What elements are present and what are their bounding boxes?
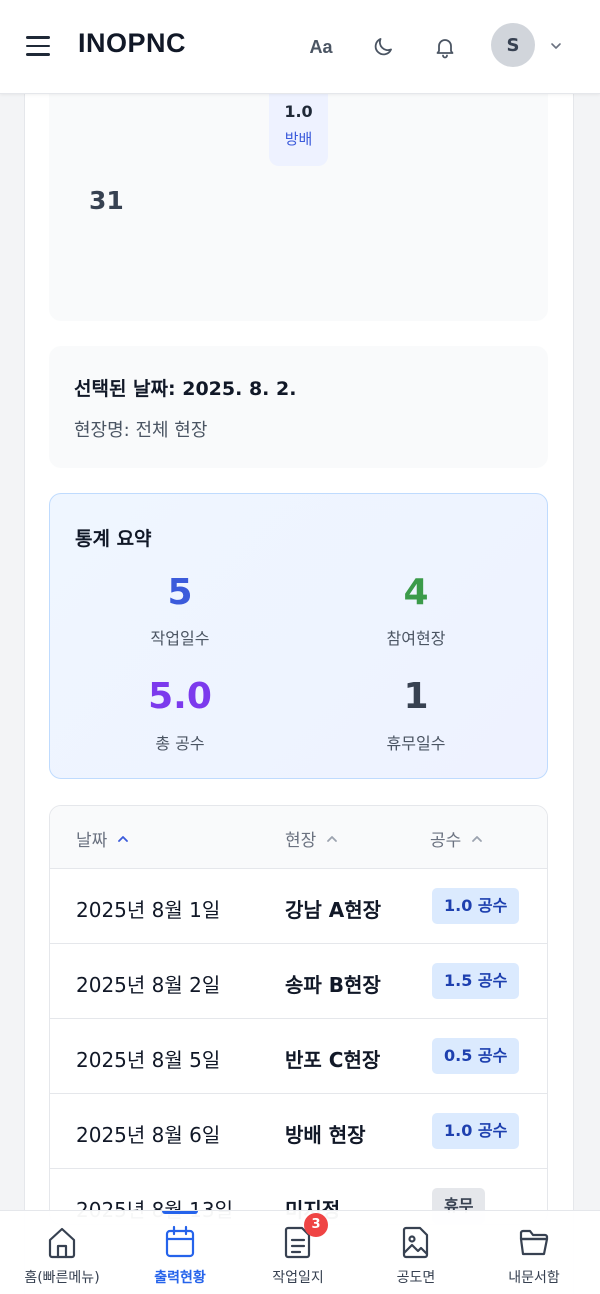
- chevron-down-icon[interactable]: [548, 38, 564, 54]
- row-date: 2025년 8월 2일: [76, 973, 221, 997]
- table-row[interactable]: 2025년 8월 6일 방배 현장 1.0 공수: [50, 1094, 547, 1169]
- chevron-up-icon: [472, 835, 483, 842]
- nav-my-documents-label: 내문서함: [508, 1270, 560, 1286]
- active-indicator: [162, 1211, 198, 1214]
- stat-total-labor-label: 총 공수: [155, 734, 205, 753]
- stat-off-days-value: 1: [403, 676, 429, 717]
- labor-badge: 1.5 공수: [432, 963, 520, 999]
- nav-my-documents[interactable]: 내문서함: [474, 1211, 594, 1294]
- avatar[interactable]: S: [491, 23, 535, 67]
- row-date: 2025년 8월 1일: [76, 898, 221, 922]
- menu-icon[interactable]: [26, 36, 50, 56]
- stat-sites-value: 4: [403, 572, 429, 613]
- table-header: 날짜 현장 공수: [50, 806, 547, 869]
- attendance-table: 날짜 현장 공수 2025년 8월 1일 강남 A현장 1.0 공수 2025년…: [49, 805, 548, 1225]
- stat-work-days-value: 5: [167, 572, 193, 613]
- nav-work-log[interactable]: 3 작업일지: [238, 1211, 358, 1294]
- nav-drawings[interactable]: 공도면: [356, 1211, 476, 1294]
- sort-labor-header[interactable]: 공수: [430, 826, 483, 851]
- row-site: 송파 B현장: [285, 973, 381, 997]
- sort-date-header[interactable]: 날짜: [76, 826, 129, 851]
- header-labor-label: 공수: [430, 831, 462, 851]
- row-site: 반포 C현장: [285, 1048, 381, 1072]
- header-date-label: 날짜: [76, 831, 108, 851]
- sort-site-header[interactable]: 현장: [285, 826, 338, 851]
- nav-home-label: 홈(빠른메뉴): [24, 1270, 100, 1286]
- folder-icon: [519, 1229, 549, 1256]
- table-row[interactable]: 2025년 8월 2일 송파 B현장 1.5 공수: [50, 944, 547, 1019]
- nav-work-log-label: 작업일지: [272, 1270, 324, 1286]
- stats-title: 통계 요약: [75, 528, 152, 550]
- nav-home[interactable]: 홈(빠른메뉴): [2, 1211, 122, 1294]
- chevron-up-icon: [118, 835, 129, 842]
- image-file-icon: [402, 1226, 429, 1259]
- calendar-day-31[interactable]: 31: [89, 186, 124, 215]
- table-row[interactable]: 2025년 8월 1일 강남 A현장 1.0 공수: [50, 869, 547, 944]
- bottom-navigation: 홈(빠른메뉴) 출력현황 3 작업일지 공도면 내문서함: [0, 1210, 600, 1294]
- labor-badge: 0.5 공수: [432, 1038, 520, 1074]
- row-site: 방배 현장: [285, 1123, 366, 1147]
- stat-work-days-label: 작업일수: [150, 629, 210, 648]
- row-site: 강남 A현장: [285, 898, 382, 922]
- chip-site-name: 방배: [284, 130, 313, 148]
- nav-attendance-label: 출력현황: [154, 1270, 206, 1286]
- row-date: 2025년 8월 6일: [76, 1123, 221, 1147]
- notification-badge: 3: [304, 1213, 328, 1237]
- stat-sites-label: 참여현장: [386, 629, 446, 648]
- home-icon: [48, 1227, 76, 1259]
- row-date: 2025년 8월 5일: [76, 1048, 221, 1072]
- calendar-icon: [165, 1225, 195, 1258]
- calendar-entry-chip[interactable]: 1.0 방배: [269, 94, 328, 166]
- font-size-button[interactable]: Aa: [304, 30, 338, 64]
- nav-drawings-label: 공도면: [396, 1270, 436, 1286]
- selected-date-card: [49, 346, 548, 468]
- nav-attendance[interactable]: 출력현황: [120, 1211, 240, 1294]
- chip-labor-value: 1.0: [284, 102, 313, 121]
- moon-icon: [374, 38, 392, 56]
- bell-icon: [436, 39, 454, 59]
- selected-date-text: 선택된 날짜: 2025. 8. 2.: [74, 378, 297, 400]
- app-logo[interactable]: INOPNC: [78, 28, 186, 59]
- labor-badge: 1.0 공수: [432, 1113, 520, 1149]
- chevron-up-icon: [327, 835, 338, 842]
- selected-site-text: 현장명: 전체 현장: [74, 420, 208, 441]
- dark-mode-button[interactable]: [366, 30, 400, 64]
- stat-off-days-label: 휴무일수: [386, 734, 446, 753]
- stat-total-labor-value: 5.0: [148, 676, 212, 717]
- table-row[interactable]: 2025년 8월 5일 반포 C현장 0.5 공수: [50, 1019, 547, 1094]
- notification-button[interactable]: [428, 30, 462, 64]
- labor-badge: 1.0 공수: [432, 888, 520, 924]
- header-site-label: 현장: [285, 831, 317, 851]
- app-header: INOPNC Aa S: [0, 0, 600, 94]
